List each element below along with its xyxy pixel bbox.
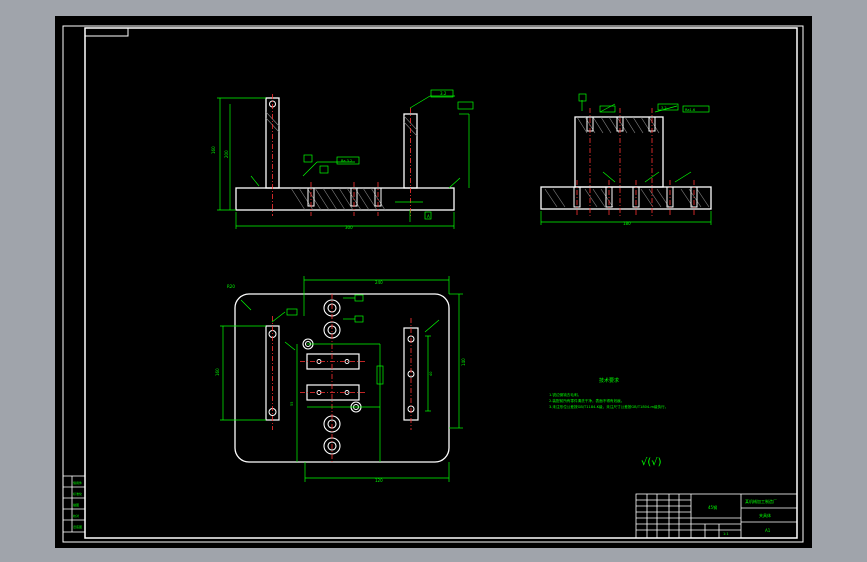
top-view: 240 120 160 140 R20 55 40	[215, 276, 466, 483]
drawing-canvas: 300 160 200 3.2 A Ra 3.2 180 3.2 Ra1.6 2…	[62, 25, 804, 543]
front-dim-inner: 200	[224, 150, 229, 158]
title-material: 45钢	[708, 504, 717, 510]
front-note-tag: Ra 3.2	[341, 159, 352, 163]
top-dim-right-h: 140	[461, 358, 466, 366]
top-label-r: R20	[227, 284, 235, 289]
top-dim-bottom: 120	[375, 478, 383, 483]
notes-line-1: 1.锐边倒钝去毛刺。	[549, 392, 581, 397]
side-dim-width: 180	[623, 221, 631, 226]
corner-tag-box	[84, 27, 129, 37]
front-dim-height: 160	[211, 146, 216, 154]
front-view: 300 160 200 3.2 A Ra 3.2	[211, 89, 474, 230]
front-hatch	[290, 187, 386, 211]
front-datum: A	[427, 214, 430, 219]
left-table-row-1: 借用件	[73, 480, 82, 485]
top-dim-left-h: 160	[215, 368, 220, 376]
roughness-symbol: √(√)	[641, 457, 662, 468]
side-view: 180 3.2 Ra1.6	[540, 93, 712, 226]
top-dim-mid: 55	[290, 402, 294, 406]
top-dim-top: 240	[375, 280, 383, 285]
outer-border	[62, 25, 804, 543]
side-base	[540, 186, 712, 210]
title-block: 45钢 某机械加工制造厂 夹具体 1:1 A1	[635, 493, 798, 539]
inner-border	[84, 27, 798, 539]
left-table-row-5: 旧底图	[73, 524, 82, 529]
left-table-row-2: 标准化	[73, 491, 82, 496]
notes-title: 技术要求	[599, 377, 619, 384]
left-table-row-4: 校对	[73, 513, 79, 518]
title-scale: 1:1	[723, 532, 729, 536]
side-rough-right: Ra1.6	[685, 108, 695, 112]
side-rough-top: 3.2	[661, 106, 667, 110]
left-side-table: 借用件 标准化 描图 校对 旧底图	[62, 475, 86, 533]
top-dim-small: 40	[429, 372, 433, 376]
title-school: 某机械加工制造厂	[745, 498, 777, 504]
tech-notes: 技术要求 1.锐边倒钝去毛刺。 2.装配前所有零件清洗干净，表面不得有划痕。 3…	[549, 377, 668, 468]
left-table-row-3: 描图	[73, 502, 79, 507]
title-sheet-no: A1	[765, 528, 771, 533]
title-drawing-name: 夹具体	[759, 512, 771, 518]
front-base	[235, 187, 455, 211]
notes-line-3: 3.未注形位公差按GB/T1184-K级，未注尺寸公差按GB/T1804-m级执…	[549, 404, 668, 409]
side-hatch	[544, 116, 710, 208]
top-plate-outline	[234, 293, 450, 463]
front-rough-label: 3.2	[440, 91, 447, 96]
side-upright	[574, 116, 664, 188]
front-dim-width: 300	[345, 225, 353, 230]
cad-viewport[interactable]: 300 160 200 3.2 A Ra 3.2 180 3.2 Ra1.6 2…	[55, 16, 812, 548]
notes-line-2: 2.装配前所有零件清洗干净，表面不得有划痕。	[549, 398, 624, 403]
